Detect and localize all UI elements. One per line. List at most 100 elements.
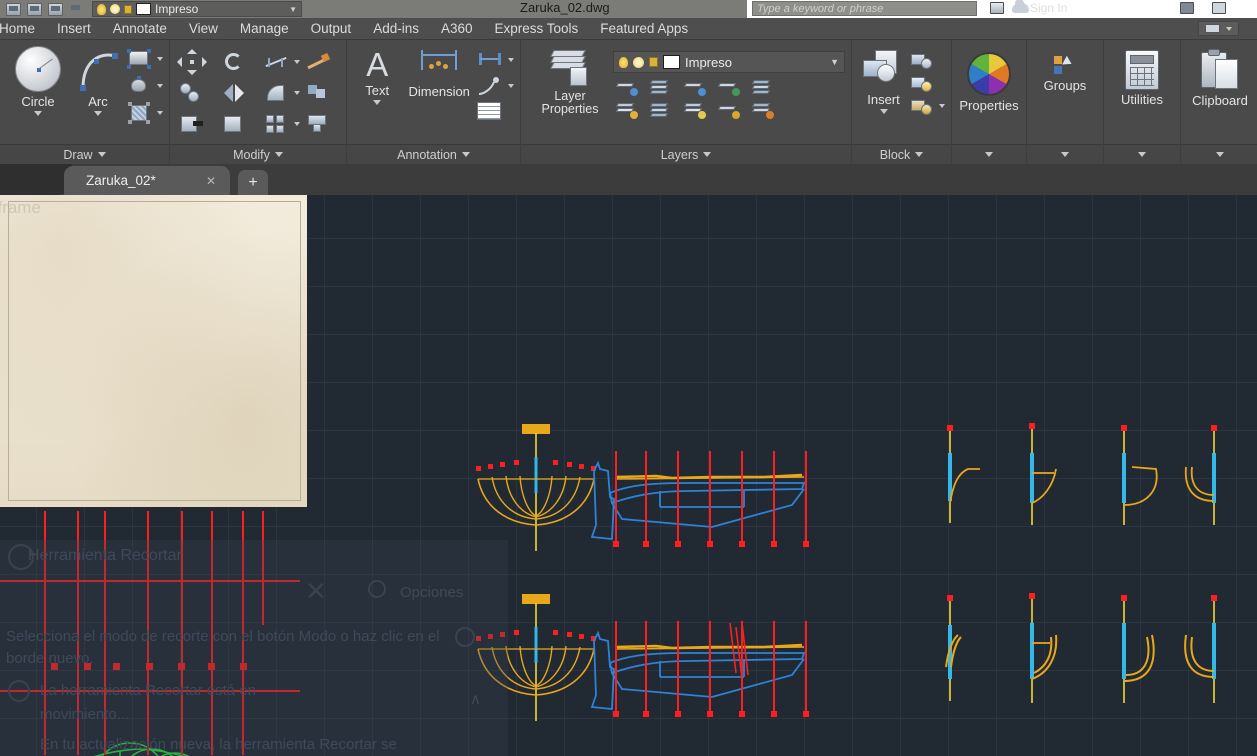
dimension-icon[interactable]: [418, 48, 460, 82]
chevron-down-icon[interactable]: [94, 111, 102, 116]
chevron-down-icon[interactable]: [1061, 152, 1069, 157]
plot-icon[interactable]: [27, 2, 42, 16]
file-tab-active[interactable]: Zaruka_02* ✕: [64, 166, 230, 195]
workspace-selector[interactable]: [1198, 21, 1239, 36]
layer-color-swatch[interactable]: [663, 55, 680, 69]
leader-button[interactable]: [477, 76, 514, 96]
explode-icon[interactable]: [304, 81, 332, 105]
layer-properties-icon[interactable]: [550, 50, 590, 88]
layer-properties-button[interactable]: Layer Properties: [527, 50, 613, 116]
ribbon[interactable]: Circle Arc Draw Modify A Text Dimension …: [0, 40, 1257, 164]
hatch-icon[interactable]: [126, 102, 152, 124]
panel-layers-title[interactable]: Layers: [521, 144, 851, 164]
close-icon[interactable]: ✕: [305, 576, 327, 607]
arc-button[interactable]: Arc: [70, 46, 126, 116]
panel-clipboard-title[interactable]: [1181, 144, 1257, 164]
unlock-icon[interactable]: [124, 4, 132, 14]
panel-properties-title[interactable]: [952, 144, 1026, 164]
ribbon-tab-featured-apps[interactable]: Featured Apps: [589, 18, 699, 40]
chevron-down-icon[interactable]: [915, 152, 924, 157]
circle-button[interactable]: Circle: [6, 46, 70, 116]
rotate-button[interactable]: [218, 50, 258, 74]
copy-button[interactable]: [176, 81, 216, 105]
chevron-down-icon[interactable]: [1138, 152, 1146, 157]
ribbon-tab-insert[interactable]: Insert: [46, 18, 102, 40]
help-icon[interactable]: [1212, 2, 1226, 14]
chevron-down-icon[interactable]: [294, 122, 300, 126]
layer-thaw-icon[interactable]: [649, 101, 672, 119]
linear-dimension-icon[interactable]: [477, 50, 503, 70]
chevron-down-icon[interactable]: [34, 111, 42, 116]
move-button[interactable]: [176, 49, 216, 75]
ribbon-tab-output[interactable]: Output: [300, 18, 363, 40]
layer-lock-icon[interactable]: [717, 78, 740, 96]
rotate-icon[interactable]: [220, 50, 248, 74]
mirror-button[interactable]: [218, 81, 258, 105]
panel-groups-title[interactable]: [1027, 144, 1103, 164]
scale-button[interactable]: [218, 112, 258, 136]
calculator-icon[interactable]: [1125, 50, 1159, 90]
chevron-down-icon[interactable]: [508, 84, 514, 88]
lightbulb-icon[interactable]: [619, 56, 628, 68]
current-layer-control[interactable]: Impreso ▼: [92, 1, 302, 17]
table-button[interactable]: [477, 102, 514, 120]
panel-utilities-title[interactable]: [1104, 144, 1180, 164]
color-wheel-icon[interactable]: [967, 52, 1011, 96]
arc-icon[interactable]: [75, 46, 121, 92]
explode-button[interactable]: [302, 81, 342, 105]
text-button[interactable]: A Text: [353, 48, 401, 105]
panel-block[interactable]: Insert Block: [852, 40, 952, 164]
chevron-down-icon[interactable]: ▼: [830, 57, 839, 67]
ellipse-icon[interactable]: [126, 75, 152, 97]
chevron-down-icon[interactable]: [461, 152, 470, 157]
hatch-button[interactable]: [126, 102, 163, 124]
ribbon-tab-addins[interactable]: Add-ins: [362, 18, 430, 40]
layer-isolate-icon[interactable]: [615, 78, 638, 96]
sun-icon[interactable]: [633, 56, 644, 68]
panel-modify[interactable]: Modify: [170, 40, 347, 164]
properties-button[interactable]: Properties: [958, 52, 1020, 113]
drawing-canvas[interactable]: eframe: [0, 195, 1257, 756]
help-circle-icon[interactable]: [455, 627, 475, 647]
save-icon[interactable]: [6, 2, 21, 16]
erase-icon[interactable]: [304, 50, 332, 74]
panel-annotation-title[interactable]: Annotation: [347, 144, 520, 164]
ribbon-tab-home[interactable]: Home: [0, 18, 46, 40]
options-gear-icon[interactable]: [368, 580, 386, 598]
ribbon-tab-a360[interactable]: A360: [430, 18, 484, 40]
offset-icon[interactable]: [304, 112, 332, 136]
ghost-tooltip-dialog[interactable]: Herramienta Recortar ✕ Opciones Seleccio…: [0, 540, 508, 756]
cloud-icon[interactable]: [1012, 0, 1029, 13]
insert-button[interactable]: Insert: [858, 48, 909, 114]
chevron-down-icon[interactable]: [373, 100, 382, 105]
array-icon[interactable]: [262, 112, 289, 136]
file-tab-bar[interactable]: Zaruka_02* ✕ +: [0, 164, 1257, 195]
trim-button[interactable]: [260, 50, 300, 74]
lightbulb-icon[interactable]: [97, 3, 106, 15]
grid-apps-icon[interactable]: [1180, 2, 1194, 14]
ribbon-tab-strip[interactable]: Home Insert Annotate View Manage Output …: [0, 18, 1257, 40]
panel-draw[interactable]: Circle Arc Draw: [0, 40, 170, 164]
layer-delete-icon[interactable]: [751, 101, 774, 119]
panel-utilities[interactable]: Utilities: [1104, 40, 1181, 164]
app-switch-icon[interactable]: [990, 2, 1004, 14]
chevron-down-icon[interactable]: ▼: [289, 5, 297, 14]
layer-unisolate-icon[interactable]: [615, 101, 638, 119]
panel-modify-title[interactable]: Modify: [170, 144, 346, 164]
utilities-button[interactable]: Utilities: [1110, 50, 1174, 107]
new-tab-button[interactable]: +: [238, 170, 268, 195]
chevron-down-icon[interactable]: [1226, 26, 1232, 31]
fillet-icon[interactable]: [262, 81, 289, 105]
play-icon[interactable]: [8, 680, 30, 702]
ribbon-tab-manage[interactable]: Manage: [229, 18, 300, 40]
unlock-icon[interactable]: [649, 57, 658, 67]
rectangle-button[interactable]: [126, 48, 163, 70]
fillet-button[interactable]: [260, 81, 300, 105]
layer-merge-icon[interactable]: [751, 78, 774, 96]
trim-icon[interactable]: [262, 50, 289, 74]
leader-icon[interactable]: [477, 76, 503, 96]
copy-icon[interactable]: [178, 81, 206, 105]
panel-block-title[interactable]: Block: [852, 144, 951, 164]
panel-groups[interactable]: Groups: [1027, 40, 1104, 164]
search-input[interactable]: Type a keyword or phrase: [752, 1, 977, 16]
